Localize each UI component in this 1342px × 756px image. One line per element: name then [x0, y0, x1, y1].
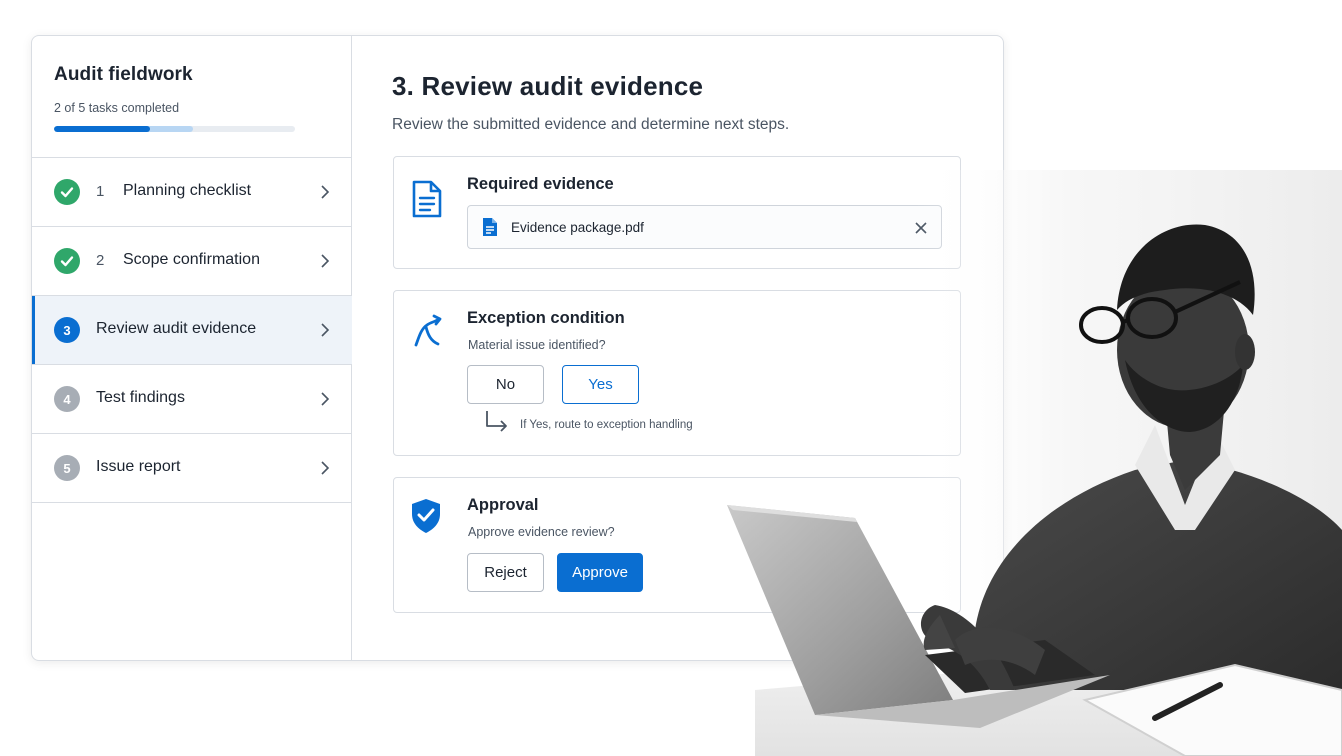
- step-list: 1 Planning checklist 2 Scope confirmatio…: [32, 158, 352, 503]
- progress-bar: [54, 126, 295, 132]
- no-button[interactable]: No: [467, 365, 544, 404]
- check-icon: [54, 179, 80, 205]
- step-label: Issue report: [96, 458, 181, 475]
- step-label: Scope confirmation: [123, 251, 260, 268]
- step-item-issue-report[interactable]: 5 Issue report: [32, 434, 352, 503]
- exception-question: Material issue identified?: [468, 338, 606, 352]
- chevron-right-icon: [321, 254, 330, 268]
- chevron-right-icon: [321, 185, 330, 199]
- step-item-review[interactable]: 3 Review audit evidence: [32, 296, 352, 365]
- sidebar: Audit fieldwork 2 of 5 tasks completed 1…: [32, 36, 352, 660]
- return-arrow-icon: [486, 411, 507, 432]
- exception-hint: If Yes, route to exception handling: [520, 419, 693, 431]
- page-title: 3. Review audit evidence: [392, 71, 704, 101]
- required-evidence-title: Required evidence: [467, 175, 614, 193]
- step-label: Review audit evidence: [96, 320, 257, 337]
- approve-button[interactable]: Approve: [557, 553, 643, 592]
- step-item-test-findings[interactable]: 4 Test findings: [32, 365, 352, 434]
- step-item-planning[interactable]: 1 Planning checklist: [32, 158, 352, 227]
- page-subtitle: Review the submitted evidence and determ…: [392, 116, 790, 133]
- sidebar-header: Audit fieldwork 2 of 5 tasks completed: [32, 36, 352, 158]
- person-with-laptop-photo: [727, 170, 1342, 756]
- step-item-scope[interactable]: 2 Scope confirmation: [32, 227, 352, 296]
- branch-route-icon: [414, 314, 442, 347]
- step-number-badge: 4: [54, 386, 80, 412]
- pdf-file-icon: [483, 218, 497, 236]
- chevron-right-icon: [321, 392, 330, 406]
- approval-title: Approval: [467, 496, 539, 514]
- document-icon: [412, 180, 442, 218]
- chevron-right-icon: [321, 323, 330, 337]
- check-icon: [54, 248, 80, 274]
- step-label: Test findings: [96, 389, 185, 406]
- step-label: Planning checklist: [123, 182, 252, 199]
- progress-bar-fill: [54, 126, 151, 132]
- evidence-file-name: Evidence package.pdf: [511, 220, 644, 235]
- approval-question: Approve evidence review?: [468, 525, 615, 539]
- step-number: 1: [96, 183, 105, 200]
- step-number-badge: 5: [54, 455, 80, 481]
- chevron-right-icon: [321, 461, 330, 475]
- shield-check-icon: [412, 499, 440, 533]
- yes-button[interactable]: Yes: [562, 365, 639, 404]
- step-number-badge: 3: [54, 317, 80, 343]
- step-number: 2: [96, 252, 105, 269]
- reject-button[interactable]: Reject: [467, 553, 544, 592]
- sidebar-title: Audit fieldwork: [54, 64, 193, 85]
- exception-title: Exception condition: [467, 309, 625, 327]
- progress-text: 2 of 5 tasks completed: [54, 101, 180, 115]
